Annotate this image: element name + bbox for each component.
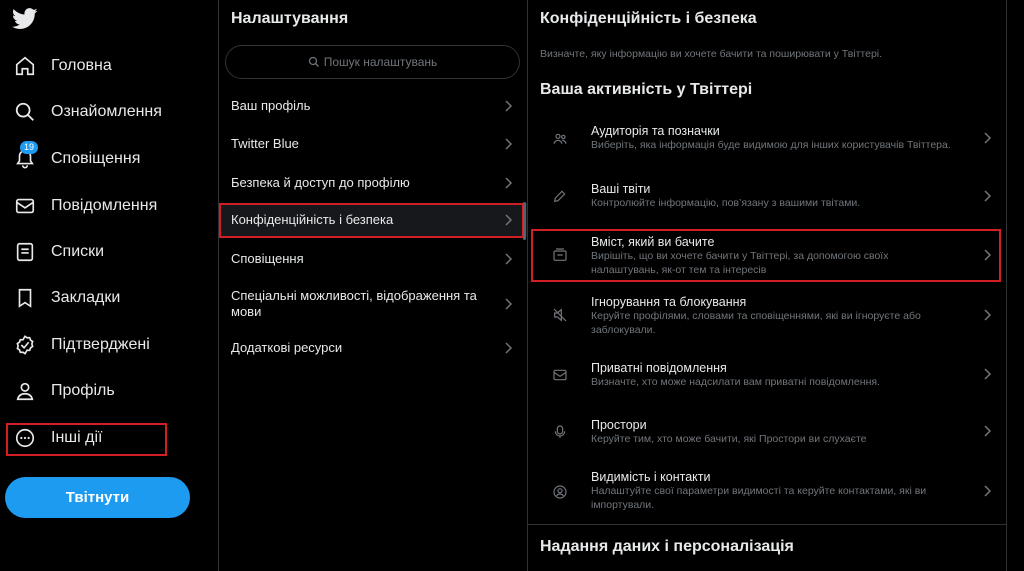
privacy-item-audience[interactable]: Аудиторія та позначки Виберіть, яка інфо… <box>528 118 1006 162</box>
tweet-button[interactable]: Твітнути <box>5 477 190 518</box>
privacy-item-discoverability[interactable]: Видимість і контакти Налаштуйте свої пар… <box>528 464 1006 516</box>
nav-profile[interactable]: Профіль <box>14 377 115 405</box>
chevron-right-icon <box>983 424 992 438</box>
settings-item-label: Додаткові ресурси <box>231 340 343 355</box>
privacy-item-your-tweets[interactable]: Ваші твіти Контролюйте інформацію, пов’я… <box>528 176 1006 216</box>
privacy-column: Конфіденційність і безпека Визначте, яку… <box>528 0 1006 571</box>
privacy-item-title: Простори <box>591 418 647 432</box>
nav-lists[interactable]: Списки <box>14 238 104 266</box>
settings-item-label: Сповіщення <box>231 251 304 266</box>
privacy-description: Визначте, яку інформацію ви хочете бачит… <box>540 48 883 60</box>
chevron-right-icon <box>504 252 513 266</box>
settings-item-label: Twitter Blue <box>231 136 299 151</box>
bookmark-icon <box>14 287 36 309</box>
settings-item-twitter-blue[interactable]: Twitter Blue <box>219 127 527 161</box>
search-placeholder: Пошук налаштувань <box>323 55 438 69</box>
nav-home-label: Головна <box>51 57 112 74</box>
settings-item-security-access[interactable]: Безпека й доступ до профілю <box>219 166 527 200</box>
privacy-item-desc: Виберіть, яка інформація буде видимою дл… <box>591 139 951 151</box>
highlight-box-content <box>531 229 1001 282</box>
person-icon <box>14 380 36 402</box>
privacy-item-direct-messages[interactable]: Приватні повідомлення Визначте, хто може… <box>528 355 1006 395</box>
section-activity-title: Ваша активність у Твіттері <box>540 81 753 98</box>
people-icon <box>552 131 568 147</box>
settings-scrollbar[interactable] <box>523 202 526 240</box>
highlight-box-privacy <box>219 203 524 238</box>
notification-count-badge: 19 <box>20 141 39 154</box>
privacy-item-desc: Керуйте тим, хто може бачити, які Просто… <box>591 433 867 445</box>
section-data-title: Надання даних і персоналізація <box>540 538 794 555</box>
left-navigation: Головна Ознайомлення 19 Сповіщення Повід… <box>0 0 218 571</box>
privacy-item-spaces[interactable]: Простори Керуйте тим, хто може бачити, я… <box>528 412 1006 452</box>
chevron-right-icon <box>983 189 992 203</box>
highlight-box-more <box>6 423 167 456</box>
chevron-right-icon <box>504 341 513 355</box>
nav-bookmarks-label: Закладки <box>51 289 121 306</box>
settings-item-label: Ваш профіль <box>231 98 311 113</box>
nav-home[interactable]: Головна <box>14 52 112 80</box>
nav-messages[interactable]: Повідомлення <box>14 192 157 220</box>
chevron-right-icon <box>504 297 513 311</box>
privacy-item-mute-block[interactable]: Ігнорування та блокування Керуйте профіл… <box>528 289 1006 339</box>
settings-item-profile[interactable]: Ваш профіль <box>219 89 527 123</box>
chevron-right-icon <box>983 308 992 322</box>
pencil-icon <box>552 188 568 204</box>
chevron-right-icon <box>983 484 992 498</box>
privacy-item-desc: Визначте, хто може надсилати вам приватн… <box>591 376 880 388</box>
settings-column: Налаштування Пошук налаштувань Ваш профі… <box>219 0 527 571</box>
privacy-item-title: Приватні повідомлення <box>591 361 727 375</box>
bell-icon: 19 <box>14 141 39 170</box>
privacy-item-title: Ігнорування та блокування <box>591 295 747 309</box>
list-icon <box>14 241 36 263</box>
privacy-item-title: Видимість і контакти <box>591 470 711 484</box>
nav-verified-label: Підтверджені <box>51 336 150 353</box>
chevron-right-icon <box>983 367 992 381</box>
divider <box>1006 0 1007 571</box>
chevron-right-icon <box>504 176 513 190</box>
privacy-item-title: Ваші твіти <box>591 182 651 196</box>
divider <box>528 524 1006 525</box>
spaces-icon <box>552 424 568 440</box>
privacy-item-desc: Керуйте профілями, словами та сповіщення… <box>591 310 921 336</box>
contacts-icon <box>552 484 568 500</box>
settings-item-label: Безпека й доступ до профілю <box>231 175 410 190</box>
nav-lists-label: Списки <box>51 243 105 260</box>
twitter-logo-icon[interactable] <box>12 8 38 30</box>
verified-icon <box>14 334 36 356</box>
nav-messages-label: Повідомлення <box>51 197 158 214</box>
privacy-item-desc: Контролюйте інформацію, пов’язану з ваши… <box>591 197 861 209</box>
privacy-item-desc: Налаштуйте свої параметри видимості та к… <box>591 485 927 511</box>
chevron-right-icon <box>504 99 513 113</box>
settings-search-input[interactable]: Пошук налаштувань <box>225 45 520 79</box>
search-icon <box>14 101 36 123</box>
privacy-item-title: Аудиторія та позначки <box>591 124 720 138</box>
nav-notifications-label: Сповіщення <box>51 150 141 167</box>
home-icon <box>14 55 36 77</box>
nav-profile-label: Профіль <box>51 382 115 399</box>
nav-notifications[interactable]: 19 Сповіщення <box>14 141 141 173</box>
nav-verified[interactable]: Підтверджені <box>14 331 150 359</box>
mail-icon <box>552 367 568 383</box>
chevron-right-icon <box>504 137 513 151</box>
settings-item-notifications[interactable]: Сповіщення <box>219 242 527 276</box>
search-icon <box>308 56 320 68</box>
nav-explore-label: Ознайомлення <box>51 103 162 120</box>
nav-explore[interactable]: Ознайомлення <box>14 98 162 126</box>
mail-icon <box>14 195 36 217</box>
settings-item-accessibility[interactable]: Спеціальні можливості, відображення та м… <box>219 282 527 326</box>
privacy-title: Конфіденційність і безпека <box>540 10 757 27</box>
settings-item-resources[interactable]: Додаткові ресурси <box>219 331 527 365</box>
mute-icon <box>552 307 568 323</box>
chevron-right-icon <box>983 131 992 145</box>
settings-title: Налаштування <box>231 10 349 27</box>
nav-bookmarks[interactable]: Закладки <box>14 284 120 312</box>
settings-item-label: Спеціальні можливості, відображення та м… <box>231 288 477 319</box>
